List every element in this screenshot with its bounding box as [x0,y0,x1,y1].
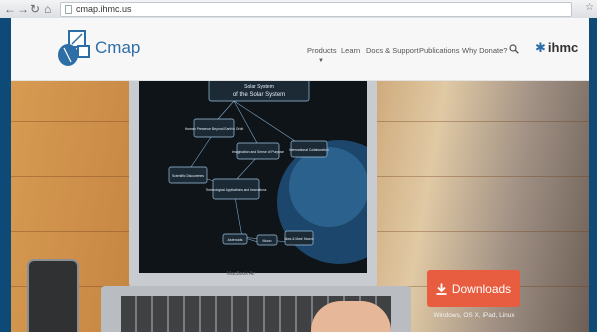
nav-learn[interactable]: Learn [341,46,360,55]
laptop-brand-label: MacBook Air [227,271,256,277]
right-frame [589,18,597,332]
nav-products[interactable]: Products [307,46,337,55]
supported-platforms: Windows, OS X, iPad, Linux [433,312,515,319]
map-node: Technological Applications and Innovatio… [206,188,267,192]
browser-toolbar: ← → ↻ ⌂ cmap.ihmc.us ☆ [0,0,597,19]
map-node: Asteroids [228,238,243,242]
ihmc-logo-text: ihmc [547,40,579,55]
map-node: Scientific Discoveries [172,174,204,178]
bookmark-star-icon[interactable]: ☆ [585,2,594,13]
map-title: Solar System [244,84,274,90]
home-icon[interactable]: ⌂ [44,1,51,17]
reload-icon[interactable]: ↻ [30,1,40,17]
ihmc-figure-icon: ✱ [535,40,546,55]
forward-arrow-icon[interactable]: → [17,1,29,17]
logo-text[interactable]: Cmap [95,38,140,58]
map-node: Human Presence Beyond Earth's Orbit [185,127,243,131]
map-subtitle: of the Solar System [233,92,285,98]
nav-docs-support[interactable]: Docs & Support [366,46,419,55]
map-node: Mars & Mars' Moons [284,237,314,241]
map-node: International Collaboration [289,148,329,152]
downloads-label: Downloads [451,281,512,296]
map-node: Moon [263,239,272,243]
map-node: Imagination and Sense of Purpose [232,150,284,154]
cmap-logo-icon[interactable] [55,30,91,68]
download-icon [436,283,447,295]
smartphone [27,259,79,332]
hero-image: Solar System of the Solar System Human P… [11,81,589,332]
nav-publications[interactable]: Publications [419,46,459,55]
downloads-button[interactable]: Downloads [427,270,520,307]
chevron-down-icon: ▼ [318,58,324,64]
nav-why-donate[interactable]: Why Donate? [462,46,507,55]
site-header: Cmap Products ▼ Learn Docs & Support Pub… [11,18,589,81]
url-text: cmap.ihmc.us [76,4,132,14]
left-frame [0,18,11,332]
laptop-screen: Solar System of the Solar System Human P… [139,81,367,273]
ihmc-logo[interactable]: ✱ ihmc [535,40,578,56]
address-bar[interactable]: cmap.ihmc.us [60,2,572,17]
back-arrow-icon[interactable]: ← [4,1,16,17]
page-icon [65,5,72,14]
search-icon[interactable] [509,44,519,54]
